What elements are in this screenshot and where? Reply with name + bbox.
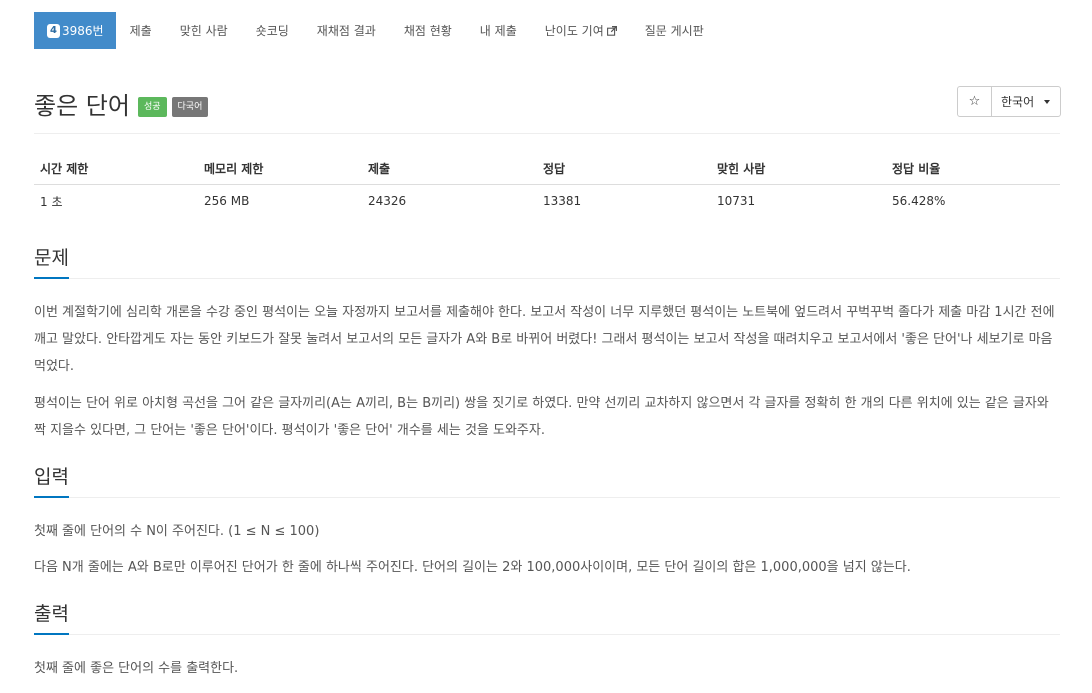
input-section-title: 입력 [34, 462, 69, 498]
external-link-icon [606, 25, 617, 36]
nav-judge-status[interactable]: 채점 현황 [390, 12, 466, 49]
header-solved-users: 맞힌 사람 [717, 161, 766, 176]
section-divider [34, 634, 1060, 635]
output-section-title: 출력 [34, 599, 69, 635]
header-accept-ratio: 정답 비율 [892, 161, 941, 176]
title-divider [34, 133, 1060, 134]
nav-difficulty-contribution[interactable]: 난이도 기여 [531, 12, 631, 49]
section-divider [34, 497, 1060, 498]
problem-tier-badge: 4 [47, 23, 60, 38]
header-memory-limit: 메모리 제한 [204, 161, 264, 176]
nav-submit[interactable]: 제출 [116, 12, 166, 49]
language-label: 한국어 [1001, 95, 1035, 109]
problem-description-paragraph: 이번 계절학기에 심리학 개론을 수강 중인 평석이는 오늘 자정까지 보고서를… [34, 305, 1055, 374]
problem-info-table: 시간 제한 메모리 제한 제출 정답 맞힌 사람 정답 비율 1 초 256 M… [34, 152, 1060, 217]
table-header-row: 시간 제한 메모리 제한 제출 정답 맞힌 사람 정답 비율 [34, 152, 1060, 185]
output-description-paragraph: 첫째 줄에 좋은 단어의 수를 출력한다. [34, 661, 239, 676]
problem-controls: ☆ 한국어 [957, 86, 1061, 117]
nav-short-coding[interactable]: 숏코딩 [242, 12, 303, 49]
section-divider [34, 278, 1060, 279]
header-time-limit: 시간 제한 [40, 161, 89, 176]
nav-rejudge-results[interactable]: 재채점 결과 [303, 12, 390, 49]
output-section-header: 출력 [34, 599, 1060, 635]
nav-solved-users[interactable]: 맞힌 사람 [166, 12, 242, 49]
value-accepted: 13381 [543, 194, 582, 208]
caret-down-icon [1044, 99, 1051, 104]
table-row: 1 초 256 MB 24326 13381 10731 56.428% [34, 185, 1060, 217]
problem-title-row: 좋은 단어 성공 다국어 [34, 86, 209, 121]
value-time-limit: 1 초 [40, 194, 63, 209]
input-section-header: 입력 [34, 462, 1060, 498]
value-solved-users: 10731 [717, 194, 756, 208]
nav-difficulty-label: 난이도 기여 [544, 24, 604, 38]
value-memory-limit: 256 MB [204, 194, 250, 208]
problem-title: 좋은 단어 [34, 92, 130, 120]
problem-section-title: 문제 [34, 243, 69, 279]
multilingual-label: 다국어 [171, 96, 209, 117]
header-submissions: 제출 [368, 161, 391, 176]
language-dropdown[interactable]: 한국어 [992, 87, 1060, 116]
value-accept-ratio: 56.428% [892, 194, 946, 208]
problem-description-paragraph: 평석이는 단어 위로 아치형 곡선을 그어 같은 글자끼리(A는 A끼리, B는… [34, 396, 1049, 438]
value-submissions: 24326 [368, 194, 407, 208]
input-description-paragraph: 첫째 줄에 단어의 수 N이 주어진다. (1 ≤ N ≤ 100) [34, 524, 320, 539]
nav-problem-number[interactable]: 4 3986번 [34, 12, 116, 49]
problem-section-header: 문제 [34, 243, 1060, 279]
nav-my-submissions[interactable]: 내 제출 [466, 12, 531, 49]
input-description-paragraph: 다음 N개 줄에는 A와 B로만 이루어진 단어가 한 줄에 하나씩 주어진다.… [34, 560, 911, 575]
problem-nav: 4 3986번 제출 맞힌 사람 숏코딩 재채점 결과 채점 현황 내 제출 난… [34, 12, 718, 49]
star-icon[interactable]: ☆ [958, 87, 992, 116]
header-accepted: 정답 [543, 161, 566, 176]
problem-number-label: 3986번 [62, 24, 104, 38]
success-label: 성공 [137, 96, 167, 117]
nav-question-board[interactable]: 질문 게시판 [631, 12, 718, 49]
